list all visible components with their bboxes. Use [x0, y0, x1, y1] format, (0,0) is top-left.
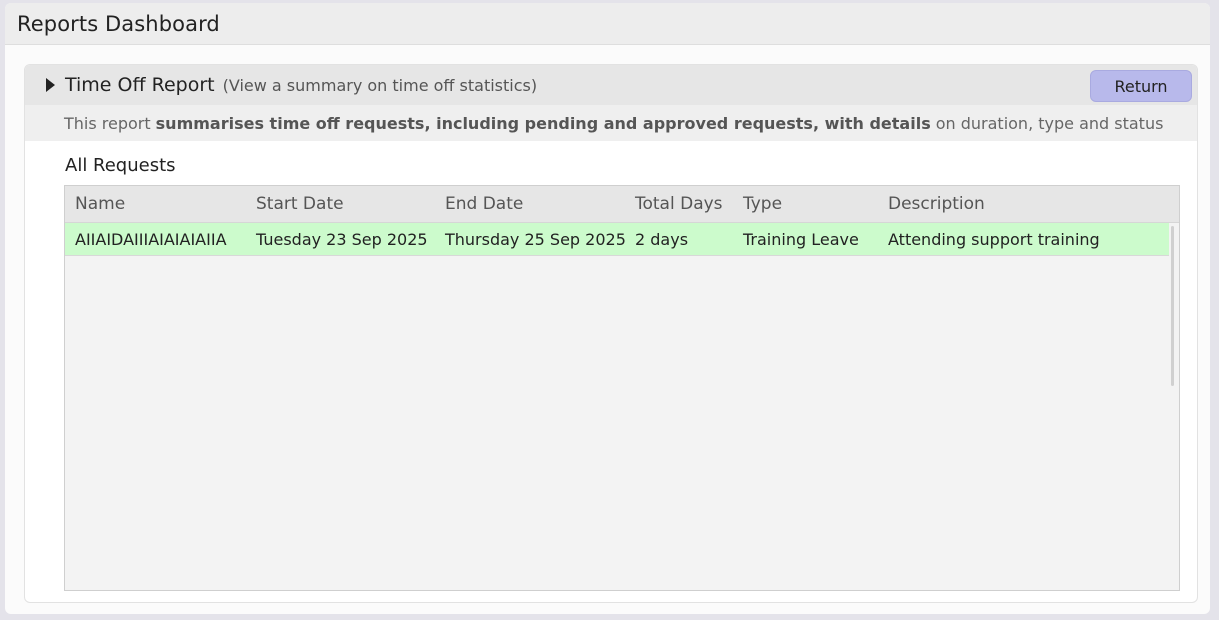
column-header-name[interactable]: Name	[65, 194, 246, 214]
description-suffix: on duration, type and status	[935, 113, 1164, 133]
report-header[interactable]: Time Off Report (View a summary on time …	[25, 65, 1197, 105]
description-bold: summarises time off requests, including …	[155, 113, 931, 133]
requests-table: Name Start Date End Date Total Days Type…	[64, 185, 1180, 591]
column-header-start-date[interactable]: Start Date	[246, 194, 435, 214]
cell-type: Training Leave	[743, 229, 859, 249]
cell-name: AIIAIDAIIIAIAIAIAIIA	[75, 229, 227, 249]
column-header-total-days[interactable]: Total Days	[625, 194, 733, 214]
return-button[interactable]: Return	[1090, 70, 1192, 102]
title-bar: Reports Dashboard	[5, 3, 1210, 45]
app-window: Reports Dashboard Time Off Report (View …	[5, 3, 1210, 614]
column-header-type[interactable]: Type	[733, 194, 878, 214]
report-description: This report summarises time off requests…	[25, 105, 1197, 141]
table-row[interactable]: AIIAIDAIIIAIAIAIAIIA Tuesday 23 Sep 2025…	[65, 223, 1169, 256]
table-header: Name Start Date End Date Total Days Type…	[65, 186, 1179, 223]
column-header-description[interactable]: Description	[878, 194, 1158, 214]
column-header-end-date[interactable]: End Date	[435, 194, 625, 214]
cell-description: Attending support training	[888, 229, 1100, 249]
table-scrollbar[interactable]	[1171, 226, 1174, 386]
expand-triangle-icon[interactable]	[46, 78, 55, 92]
all-requests-heading: All Requests	[65, 155, 176, 176]
cell-start-date: Tuesday 23 Sep 2025	[256, 229, 428, 249]
cell-end-date: Thursday 25 Sep 2025	[445, 229, 625, 249]
report-subtitle: (View a summary on time off statistics)	[222, 75, 538, 95]
cell-total-days: 2 days	[635, 229, 689, 249]
window-title: Reports Dashboard	[17, 11, 220, 36]
time-off-report-panel: Time Off Report (View a summary on time …	[24, 64, 1198, 603]
description-prefix: This report	[64, 113, 151, 133]
report-title: Time Off Report	[65, 74, 215, 96]
